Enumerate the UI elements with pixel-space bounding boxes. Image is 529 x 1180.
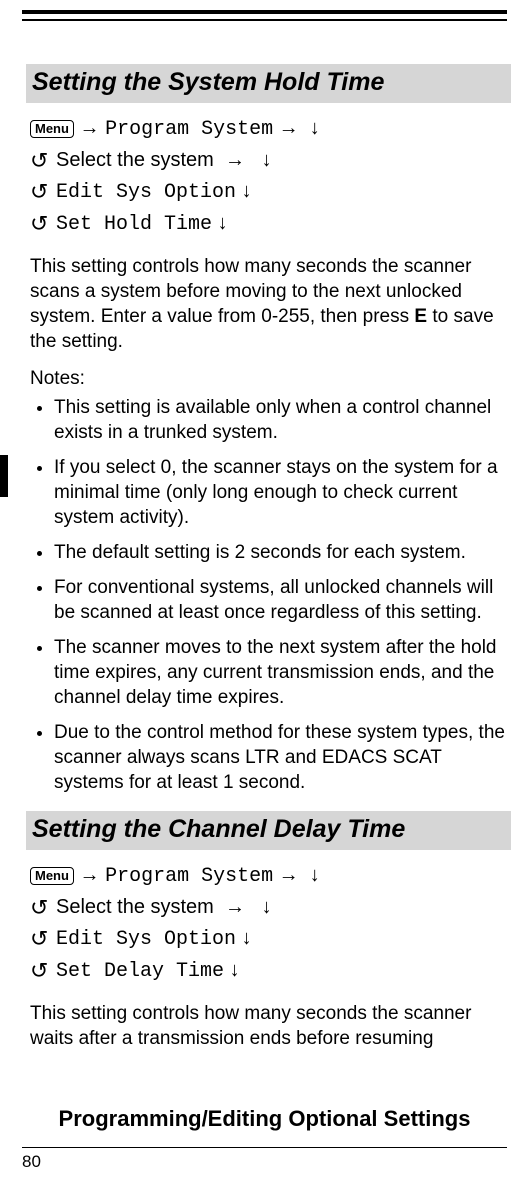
notes-list: This setting is available only when a co… [30,395,507,795]
arrow-right-icon: → [279,117,299,139]
section-heading-delay-time: Setting the Channel Delay Time [26,811,511,850]
arrow-down-icon: ↓ [242,180,252,202]
paragraph-hold-time: This setting controls how many seconds t… [30,254,507,354]
rotate-icon: ↺ [30,209,48,239]
rotate-icon: ↺ [30,893,48,923]
footer-rule [22,1147,507,1148]
paragraph-pre: This setting controls how many seconds t… [30,256,471,327]
menu-key-icon: Menu [30,120,74,138]
list-item: The scanner moves to the next system aft… [54,635,507,710]
list-item: Due to the control method for these syst… [54,720,507,795]
arrow-down-icon: ↓ [230,959,240,981]
nav-block-1: Menu → Program System → ↓ ↺ Select the s… [30,113,507,240]
arrow-down-icon: ↓ [262,149,272,171]
content: Setting the System Hold Time Menu → Prog… [30,60,507,1063]
arrow-down-icon: ↓ [310,117,320,139]
arrow-right-icon: → [80,117,100,139]
nav-edit-sys-option: Edit Sys Option [56,928,236,951]
arrow-right-icon: → [225,896,245,918]
rule-thick [22,10,507,14]
nav-select-system: Select the system [56,896,214,918]
nav-set-hold-time: Set Hold Time [56,213,212,236]
arrow-right-icon: → [80,864,100,886]
nav-set-delay-time: Set Delay Time [56,960,224,983]
section-heading-hold-time: Setting the System Hold Time [26,64,511,103]
notes-label: Notes: [30,366,507,391]
page-number: 80 [22,1152,41,1172]
rule-thin [22,19,507,21]
nav-select-system: Select the system [56,149,214,171]
list-item: For conventional systems, all unlocked c… [54,575,507,625]
menu-key-icon: Menu [30,867,74,885]
arrow-down-icon: ↓ [310,864,320,886]
arrow-down-icon: ↓ [262,896,272,918]
paragraph-delay-time: This setting controls how many seconds t… [30,1001,507,1051]
rotate-icon: ↺ [30,146,48,176]
list-item: If you select 0, the scanner stays on th… [54,455,507,530]
arrow-right-icon: → [279,864,299,886]
document-page: Setting the System Hold Time Menu → Prog… [0,0,529,1180]
top-rules [22,10,507,21]
footer-title: Programming/Editing Optional Settings [0,1106,529,1132]
rotate-icon: ↺ [30,956,48,986]
nav-program-system: Program System [105,865,273,888]
nav-program-system: Program System [105,118,273,141]
arrow-down-icon: ↓ [242,927,252,949]
arrow-right-icon: → [225,149,245,171]
key-E: E [414,306,427,327]
nav-block-2: Menu → Program System → ↓ ↺ Select the s… [30,860,507,987]
list-item: This setting is available only when a co… [54,395,507,445]
rotate-icon: ↺ [30,924,48,954]
list-item: The default setting is 2 seconds for eac… [54,540,507,565]
nav-edit-sys-option: Edit Sys Option [56,181,236,204]
arrow-down-icon: ↓ [218,212,228,234]
side-tab [0,455,8,497]
rotate-icon: ↺ [30,177,48,207]
